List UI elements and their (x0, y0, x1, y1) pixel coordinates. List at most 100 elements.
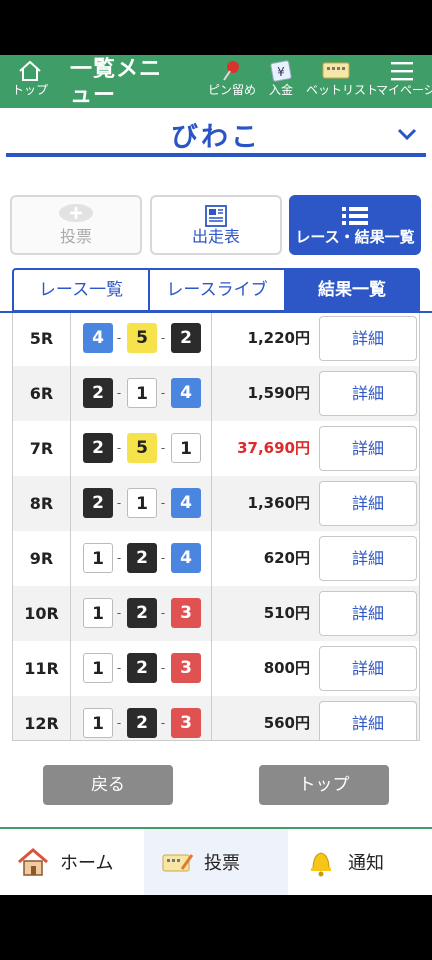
table-row: 10R 1-2-3 510円 詳細 (13, 586, 419, 641)
boat-number: 3 (171, 598, 201, 628)
nav-top-label: トップ (11, 83, 48, 97)
nav-mypage-label: マイページ (376, 83, 432, 97)
separator: - (160, 551, 166, 565)
bottom-nav-vote[interactable]: 投票 (144, 829, 288, 895)
detail-button[interactable]: 詳細 (319, 701, 417, 740)
payout-amount: 1,590円 (247, 384, 310, 402)
boat-number: 5 (127, 433, 157, 463)
venue-selector[interactable]: びわこ (0, 108, 432, 163)
separator: - (160, 496, 166, 510)
separator: - (116, 661, 122, 675)
app-screen: トップ 一覧メニュー ピン留め ¥ 入金 ベットリスト マイページ びわこ 投票… (0, 55, 432, 895)
nav-pin[interactable]: ピン留め (208, 55, 257, 108)
back-button[interactable]: 戻る (43, 765, 173, 805)
bottom-nav: ホーム 投票 通知 (0, 827, 432, 895)
table-row: 12R 1-2-3 560円 詳細 (13, 696, 419, 740)
boat-number: 1 (83, 543, 113, 573)
top-button[interactable]: トップ (259, 765, 389, 805)
boat-number: 2 (83, 378, 113, 408)
separator: - (160, 606, 166, 620)
boat-number: 4 (171, 488, 201, 518)
trifecta-combination: 1-2-4 (72, 531, 212, 586)
nav-deposit[interactable]: ¥ 入金 (262, 55, 300, 108)
trifecta-combination: 1-2-3 (72, 586, 212, 641)
nav-betlist[interactable]: ベットリスト (306, 55, 378, 108)
bottom-nav-notify[interactable]: 通知 (288, 829, 432, 895)
vote-button[interactable]: 投票 (10, 195, 142, 255)
entry-list-label: 出走表 (191, 227, 240, 246)
race-results-label: レース・結果一覧 (295, 228, 415, 246)
separator: - (160, 716, 166, 730)
race-results-button[interactable]: レース・結果一覧 (289, 195, 421, 255)
boat-number: 3 (171, 653, 201, 683)
boat-number: 1 (83, 598, 113, 628)
nav-mypage[interactable]: マイページ (376, 55, 432, 108)
separator: - (160, 661, 166, 675)
table-row: 7R 2-5-1 37,690円 詳細 (13, 421, 419, 476)
table-row: 11R 1-2-3 800円 詳細 (13, 641, 419, 696)
vote-button-label: 投票 (59, 227, 92, 246)
boat-number: 2 (127, 653, 157, 683)
payout-amount: 37,690円 (237, 439, 310, 457)
bottom-nav-notify-label: 通知 (348, 853, 384, 874)
trifecta-combination: 1-2-3 (72, 696, 212, 740)
detail-button[interactable]: 詳細 (319, 316, 417, 361)
boat-number: 1 (83, 708, 113, 738)
chevron-down-icon[interactable] (396, 125, 418, 143)
payout-amount: 1,360円 (247, 494, 310, 512)
detail-button[interactable]: 詳細 (319, 371, 417, 416)
tab-race-live[interactable]: レースライブ (150, 270, 286, 310)
top-header: トップ 一覧メニュー ピン留め ¥ 入金 ベットリスト マイページ (0, 55, 432, 108)
table-row: 8R 2-1-4 1,360円 詳細 (13, 476, 419, 531)
nav-top[interactable]: トップ (10, 55, 50, 108)
boat-number: 2 (127, 543, 157, 573)
boat-number: 1 (127, 488, 157, 518)
menu-icon (391, 62, 413, 81)
bottom-nav-home-label: ホーム (60, 853, 114, 874)
separator: - (116, 496, 122, 510)
table-row: 9R 1-2-4 620円 詳細 (13, 531, 419, 586)
trifecta-combination: 2-5-1 (72, 421, 212, 476)
race-number: 11R (13, 641, 71, 696)
table-row: 5R 4-5-2 1,220円 詳細 (13, 313, 419, 366)
house-icon (18, 848, 48, 876)
svg-text:¥: ¥ (277, 65, 285, 79)
boat-number: 5 (127, 323, 157, 353)
separator: - (116, 441, 122, 455)
separator: - (160, 386, 166, 400)
table-row: 6R 2-1-4 1,590円 詳細 (13, 366, 419, 421)
boat-number: 2 (83, 488, 113, 518)
detail-button[interactable]: 詳細 (319, 481, 417, 526)
tab-results-list[interactable]: 結果一覧 (286, 270, 418, 310)
boat-number: 4 (171, 543, 201, 573)
separator: - (160, 441, 166, 455)
payout-amount: 510円 (263, 604, 310, 622)
separator: - (116, 606, 122, 620)
boat-number: 4 (83, 323, 113, 353)
boat-number: 2 (127, 708, 157, 738)
boat-number: 2 (127, 598, 157, 628)
entry-list-button[interactable]: 出走表 (150, 195, 282, 255)
separator: - (160, 331, 166, 345)
venue-name: びわこ (171, 122, 261, 153)
pin-icon (223, 61, 239, 81)
boat-number: 1 (83, 653, 113, 683)
trifecta-combination: 2-1-4 (72, 476, 212, 531)
race-number: 12R (13, 696, 71, 740)
detail-button[interactable]: 詳細 (319, 536, 417, 581)
detail-button[interactable]: 詳細 (319, 426, 417, 471)
venue-underline (6, 153, 426, 157)
nav-pin-label: ピン留め (208, 83, 257, 97)
bottom-nav-home[interactable]: ホーム (0, 829, 144, 895)
tab-race-list[interactable]: レース一覧 (14, 270, 150, 310)
separator: - (116, 331, 122, 345)
payout-amount: 620円 (263, 549, 310, 567)
detail-button[interactable]: 詳細 (319, 591, 417, 636)
bell-icon (311, 852, 331, 877)
detail-button[interactable]: 詳細 (319, 646, 417, 691)
nav-deposit-label: 入金 (268, 83, 293, 97)
trifecta-combination: 1-2-3 (72, 641, 212, 696)
payout-amount: 1,220円 (247, 329, 310, 347)
race-number: 10R (13, 586, 71, 641)
trifecta-combination: 2-1-4 (72, 366, 212, 421)
